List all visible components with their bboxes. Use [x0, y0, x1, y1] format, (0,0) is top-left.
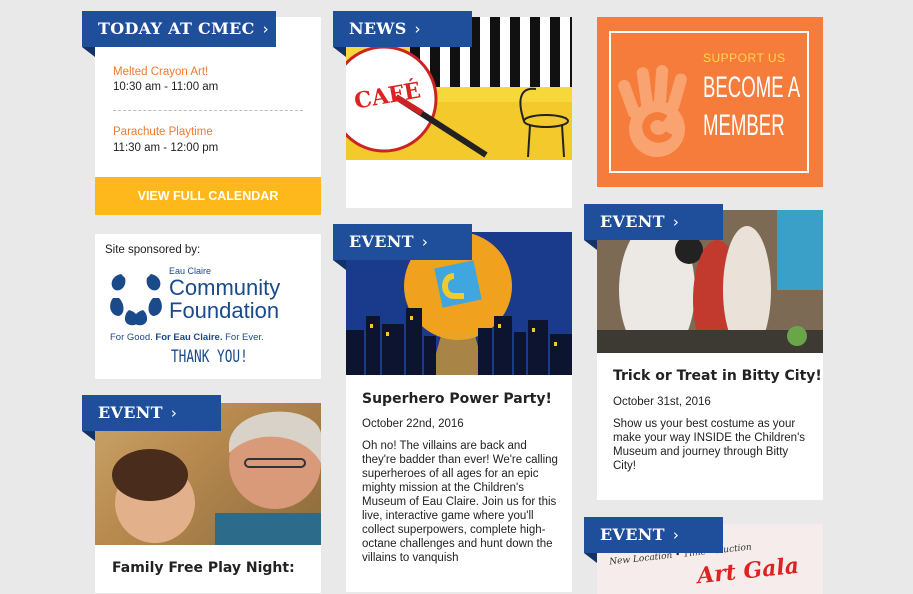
event-date: October 31st, 2016	[613, 396, 711, 408]
support-us: SUPPORT US	[703, 51, 786, 65]
tagline-c: For Ever.	[222, 332, 264, 343]
member-line2: MEMBER	[703, 109, 785, 142]
sponsor-card: Site sponsored by: Eau Claire Community …	[95, 234, 321, 379]
tab-today-at-cmec[interactable]: TODAY AT CMEC ›	[82, 11, 276, 57]
news-card: NEWS › CAFÉ	[333, 11, 572, 208]
event-name[interactable]: Parachute Playtime	[113, 126, 218, 138]
tab-event-label: EVENT	[349, 232, 414, 251]
tab-today-label: TODAY AT CMEC	[98, 19, 255, 38]
chevron-right-icon: ›	[672, 526, 680, 544]
tab-event-label: EVENT	[600, 525, 665, 544]
chevron-right-icon: ›	[262, 20, 269, 38]
tab-event[interactable]: EVENT ›	[584, 517, 723, 563]
community-foundation-logo[interactable]: Eau Claire Community Foundation For Good…	[107, 266, 312, 376]
tab-event-label: EVENT	[600, 212, 665, 231]
tagline-a: For Good.	[110, 332, 156, 343]
event-card-family: EVENT › Family Free Play Night:	[82, 395, 321, 593]
event-description: Show us your best costume as your make y…	[613, 418, 806, 472]
event-time: 10:30 am - 11:00 am	[113, 81, 219, 93]
thank-you: THANK YOU!	[171, 347, 248, 367]
today-event-2[interactable]: Parachute Playtime 11:30 am - 12:00 pm	[113, 126, 218, 154]
gala-script-big: Art Gala	[695, 552, 801, 590]
event-card-trick-or-treat: EVENT › Trick or Treat in Bitty City! Oct…	[584, 204, 823, 500]
sponsor-label: Site sponsored by:	[105, 244, 201, 256]
chevron-right-icon: ›	[414, 20, 421, 38]
hand-logo-icon	[618, 65, 687, 157]
event-description: Oh no! The villains are back and they're…	[362, 440, 558, 564]
event-time: 11:30 am - 12:00 pm	[113, 142, 219, 154]
tagline-b: For Eau Claire.	[155, 332, 223, 343]
today-event-1[interactable]: Melted Crayon Art! 10:30 am - 11:00 am	[113, 66, 218, 93]
view-calendar-button[interactable]: VIEW FULL CALENDAR	[95, 177, 321, 215]
event-date: October 22nd, 2016	[362, 418, 464, 430]
become-member-banner[interactable]: SUPPORT US BECOME A MEMBER	[597, 17, 823, 187]
event-card-superhero: EVENT › Superhero Power Party! October 2…	[333, 224, 572, 592]
member-line1: BECOME A	[703, 71, 801, 104]
today-card: TODAY AT CMEC › Melted Crayon Art! 10:30 …	[82, 11, 321, 215]
tab-news[interactable]: NEWS ›	[333, 11, 472, 57]
tab-event[interactable]: EVENT ›	[584, 204, 723, 250]
event-name[interactable]: Melted Crayon Art!	[113, 66, 218, 78]
tagline: For Good. For Eau Claire. For Ever.	[110, 332, 264, 343]
tab-event[interactable]: EVENT ›	[82, 395, 221, 441]
tab-news-label: NEWS	[349, 19, 407, 38]
chevron-right-icon: ›	[672, 213, 680, 231]
event-card-gala: EVENT › New Location • Time • Auction Art…	[584, 517, 823, 594]
event-title[interactable]: Family Free Play Night:	[112, 560, 295, 576]
event-title[interactable]: Trick or Treat in Bitty City!	[613, 368, 822, 384]
tab-event-label: EVENT	[98, 403, 163, 422]
org-line2: Foundation	[169, 298, 280, 323]
view-calendar-label: VIEW FULL CALENDAR	[137, 189, 279, 203]
oak-leaves-icon	[110, 274, 162, 326]
chevron-right-icon: ›	[421, 233, 429, 251]
tab-event[interactable]: EVENT ›	[333, 224, 472, 270]
divider	[113, 110, 303, 111]
event-title[interactable]: Superhero Power Party!	[362, 391, 552, 407]
chevron-right-icon: ›	[170, 404, 178, 422]
